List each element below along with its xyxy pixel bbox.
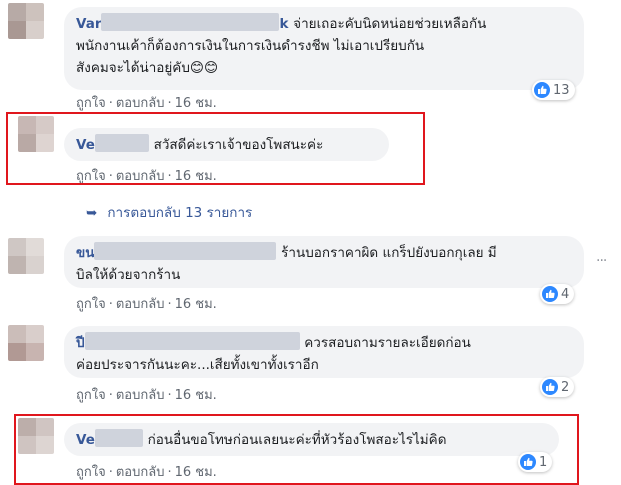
like-icon: [542, 379, 558, 395]
reaction-count: 2: [561, 379, 570, 395]
redacted-name: [101, 13, 280, 31]
comment-author[interactable]: Var k: [76, 13, 293, 32]
comment-actions: ถูกใจ · ตอบกลับ · 16 ชม.: [76, 297, 217, 312]
comment-author[interactable]: ปี: [76, 332, 304, 351]
comment-bubble: Var k จ่ายเถอะคับนิดหน่อยช่วยเหลือกัน พนั…: [64, 7, 584, 90]
timestamp[interactable]: 16 ชม.: [175, 388, 217, 403]
like-link[interactable]: ถูกใจ: [76, 388, 106, 403]
replies-label: การตอบกลับ 13 รายการ: [107, 205, 253, 221]
view-replies-link[interactable]: ➥ การตอบกลับ 13 รายการ: [86, 201, 252, 223]
reaction-count: 4: [561, 286, 570, 302]
reply-link[interactable]: ตอบกลับ: [116, 297, 165, 312]
comment-text: พนักงานเค้าก็ต้องการเงินในการเงินดำรงชีพ…: [76, 38, 425, 54]
comment-bubble: ขน ร้านบอกราคาผิด แกร็ปยังบอกกุเลย มี บิ…: [64, 236, 584, 288]
avatar[interactable]: [8, 325, 44, 361]
comment-author[interactable]: ขน: [76, 242, 281, 261]
comment-bubble: ปี ควรสอบถามรายละเอียดก่อน ค่อยประจารกัน…: [64, 326, 584, 378]
timestamp[interactable]: 16 ชม.: [175, 297, 217, 312]
comment-text: สังคมจะได้น่าอยู่คับ😊😊: [76, 60, 219, 76]
more-options-icon[interactable]: ···: [596, 253, 607, 269]
highlight-box: [6, 112, 425, 185]
reply-link[interactable]: ตอบกลับ: [116, 388, 165, 403]
avatar[interactable]: [8, 3, 44, 39]
reply-arrow-icon: ➥: [86, 205, 98, 221]
reaction-count: 13: [553, 82, 570, 98]
redacted-name: [94, 242, 277, 260]
redacted-name: [84, 332, 300, 350]
reply-link[interactable]: ตอบกลับ: [116, 96, 165, 111]
reaction-badge[interactable]: 13: [532, 80, 575, 100]
comment-actions: ถูกใจ · ตอบกลับ · 16 ชม.: [76, 96, 217, 111]
comment-text: ควรสอบถามรายละเอียดก่อน: [304, 335, 471, 351]
comment-text: บิลให้ด้วยจากร้าน: [76, 267, 181, 283]
comment-text: ร้านบอกราคาผิด แกร็ปยังบอกกุเลย มี: [281, 245, 497, 261]
like-link[interactable]: ถูกใจ: [76, 96, 106, 111]
timestamp[interactable]: 16 ชม.: [175, 96, 217, 111]
like-icon: [534, 82, 550, 98]
reaction-badge[interactable]: 4: [540, 284, 575, 304]
avatar[interactable]: [8, 238, 44, 274]
like-icon: [542, 286, 558, 302]
reaction-badge[interactable]: 2: [540, 377, 575, 397]
highlight-box: [14, 414, 579, 485]
comment-actions: ถูกใจ · ตอบกลับ · 16 ชม.: [76, 388, 217, 403]
comment-text: จ่ายเถอะคับนิดหน่อยช่วยเหลือกัน: [293, 16, 487, 32]
like-link[interactable]: ถูกใจ: [76, 297, 106, 312]
comment-text: ค่อยประจารกันนะคะ...เสียทั้งเขาทั้งเราอี…: [76, 357, 319, 373]
